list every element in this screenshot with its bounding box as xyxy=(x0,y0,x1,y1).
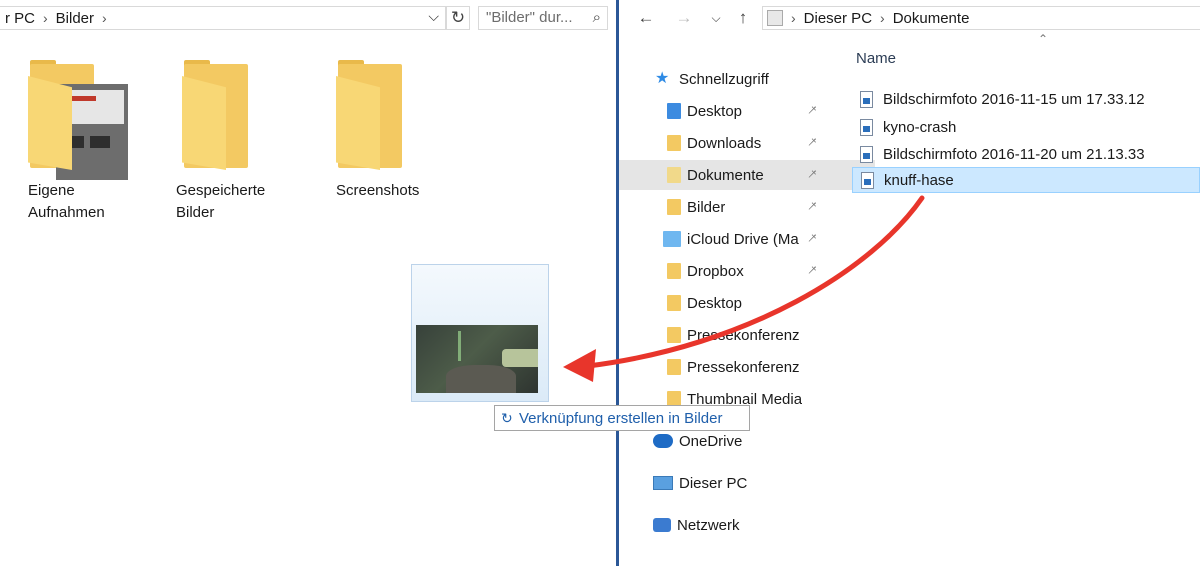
folder-icon xyxy=(182,60,254,170)
folder-label: Gespeicherte Bilder xyxy=(176,182,266,221)
nav-item-label: OneDrive xyxy=(679,432,743,450)
file-name: Bildschirmfoto 2016-11-20 um 21.13.33 xyxy=(883,145,1145,163)
nav-item-label: Dokumente xyxy=(687,166,764,184)
drop-tooltip: ↻ Verknüpfung erstellen in Bilder xyxy=(494,405,750,431)
nav-item-dropbox[interactable]: Dropbox † xyxy=(619,256,875,286)
folder-icon xyxy=(336,60,408,170)
up-button[interactable]: ↑ xyxy=(732,6,754,30)
arrow-left-icon: ← xyxy=(637,8,655,27)
folder-label: Screenshots xyxy=(336,182,420,199)
download-folder-icon xyxy=(667,135,681,151)
nav-item-desktop-2[interactable]: Desktop xyxy=(619,288,875,318)
nav-item-label: Netzwerk xyxy=(677,516,740,534)
nav-item-downloads[interactable]: Downloads † xyxy=(619,128,875,158)
search-input[interactable]: "Bilder" dur... ⌕ xyxy=(478,6,608,30)
star-icon: ★ xyxy=(655,70,670,87)
chevron-right-icon: › xyxy=(43,10,48,26)
chevron-right-icon[interactable]: › xyxy=(102,10,107,26)
recent-locations-button[interactable]: ⌵ xyxy=(705,6,727,30)
left-address-bar[interactable]: r PC › Bilder › ⌵ xyxy=(0,6,446,30)
refresh-button[interactable]: ↻ xyxy=(446,6,470,30)
file-row[interactable]: Bildschirmfoto 2016-11-20 um 21.13.33 xyxy=(852,141,1200,167)
nav-item-schnellzugriff[interactable]: ★ Schnellzugriff xyxy=(619,64,863,94)
shortcut-link-icon: ↻ xyxy=(501,410,513,426)
file-name: Bildschirmfoto 2016-11-15 um 17.33.12 xyxy=(883,90,1145,108)
onedrive-icon xyxy=(653,434,673,448)
nav-item-label: Dropbox xyxy=(687,262,744,280)
nav-item-label: Schnellzugriff xyxy=(679,70,769,88)
search-icon: ⌕ xyxy=(592,9,601,26)
navigation-pane: ★ Schnellzugriff Desktop † Downloads † D… xyxy=(619,60,875,566)
video-file-icon xyxy=(860,118,873,136)
folder-icon xyxy=(667,295,681,311)
folder-icon xyxy=(28,60,128,180)
sort-ascending-icon: ⌃ xyxy=(1038,32,1049,46)
nav-item-icloud-drive[interactable]: iCloud Drive (Ma † xyxy=(619,224,871,254)
dropbox-folder-icon xyxy=(667,263,681,279)
image-file-icon xyxy=(860,145,873,163)
icloud-folder-icon xyxy=(663,231,681,247)
file-list: ⌃ Name Bildschirmfoto 2016-11-15 um 17.3… xyxy=(852,30,1200,566)
breadcrumb-item[interactable]: Dieser PC xyxy=(804,10,872,27)
nav-item-dieser-pc[interactable]: Dieser PC xyxy=(619,468,861,498)
refresh-icon: ↻ xyxy=(450,8,466,27)
computer-icon xyxy=(653,476,673,490)
folder-icon xyxy=(667,327,681,343)
folder-icon xyxy=(667,359,681,375)
search-placeholder: "Bilder" dur... xyxy=(486,9,573,26)
folder-label: Eigene Aufnahmen xyxy=(28,182,105,221)
chevron-down-icon[interactable]: ⌵ xyxy=(428,8,439,25)
breadcrumb-item[interactable]: Bilder xyxy=(56,10,94,27)
nav-item-label: Desktop xyxy=(687,102,743,120)
nav-item-pressekonferenz-2[interactable]: Pressekonferenz xyxy=(619,352,875,382)
nav-item-bilder[interactable]: Bilder † xyxy=(619,192,875,222)
folder-gespeicherte-bilder[interactable]: Gespeicherte Bilder xyxy=(176,60,296,224)
network-icon xyxy=(653,518,671,532)
file-row-selected[interactable]: knuff-hase xyxy=(852,167,1200,193)
chevron-right-icon[interactable]: › xyxy=(880,10,885,26)
nav-item-pressekonferenz[interactable]: Pressekonferenz xyxy=(619,320,875,350)
back-button[interactable]: ← xyxy=(635,6,657,30)
image-file-icon xyxy=(860,90,873,108)
folder-eigene-aufnahmen[interactable]: Eigene Aufnahmen xyxy=(28,60,148,224)
desktop-folder-icon xyxy=(667,103,681,119)
nav-item-label: Pressekonferenz xyxy=(687,326,800,344)
nav-item-label: Downloads xyxy=(687,134,762,152)
pin-icon[interactable]: † xyxy=(805,263,820,278)
nav-item-label: Dieser PC xyxy=(679,474,748,492)
drag-preview[interactable] xyxy=(411,264,549,402)
chevron-right-icon[interactable]: › xyxy=(791,10,796,26)
file-row[interactable]: kyno-crash xyxy=(852,114,1200,140)
nav-item-label: Pressekonferenz xyxy=(687,358,800,376)
drag-thumbnail-image xyxy=(416,325,538,393)
pin-icon[interactable]: † xyxy=(805,167,820,182)
nav-item-desktop[interactable]: Desktop † xyxy=(619,96,875,126)
file-name: kyno-crash xyxy=(883,118,957,136)
arrow-right-icon: → xyxy=(675,8,693,27)
documents-folder-icon xyxy=(667,167,681,183)
folder-screenshots[interactable]: Screenshots xyxy=(336,60,456,202)
pin-icon[interactable]: † xyxy=(805,231,820,246)
chevron-down-icon: ⌵ xyxy=(711,11,721,25)
column-header-name[interactable]: Name xyxy=(856,50,896,67)
nav-item-dokumente[interactable]: Dokumente † xyxy=(619,160,875,190)
file-name: knuff-hase xyxy=(884,171,954,189)
arrow-up-icon: ↑ xyxy=(738,8,748,27)
breadcrumb-item[interactable]: r PC xyxy=(5,10,35,27)
pin-icon[interactable]: † xyxy=(805,135,820,150)
forward-button[interactable]: → xyxy=(673,6,695,30)
right-address-bar[interactable]: › Dieser PC › Dokumente xyxy=(762,6,1200,30)
file-row[interactable]: Bildschirmfoto 2016-11-15 um 17.33.12 xyxy=(852,86,1200,112)
nav-item-label: iCloud Drive (Ma xyxy=(687,230,799,248)
computer-icon xyxy=(767,10,783,26)
nav-item-label: Desktop xyxy=(687,294,743,312)
pin-icon[interactable]: † xyxy=(805,103,820,118)
nav-item-label: Bilder xyxy=(687,198,726,216)
breadcrumb-item[interactable]: Dokumente xyxy=(893,10,970,27)
image-file-icon xyxy=(861,171,874,189)
pin-icon[interactable]: † xyxy=(805,199,820,214)
drop-tooltip-text: Verknüpfung erstellen in Bilder xyxy=(519,410,723,427)
nav-item-netzwerk[interactable]: Netzwerk xyxy=(619,510,861,540)
pictures-folder-icon xyxy=(667,199,681,215)
